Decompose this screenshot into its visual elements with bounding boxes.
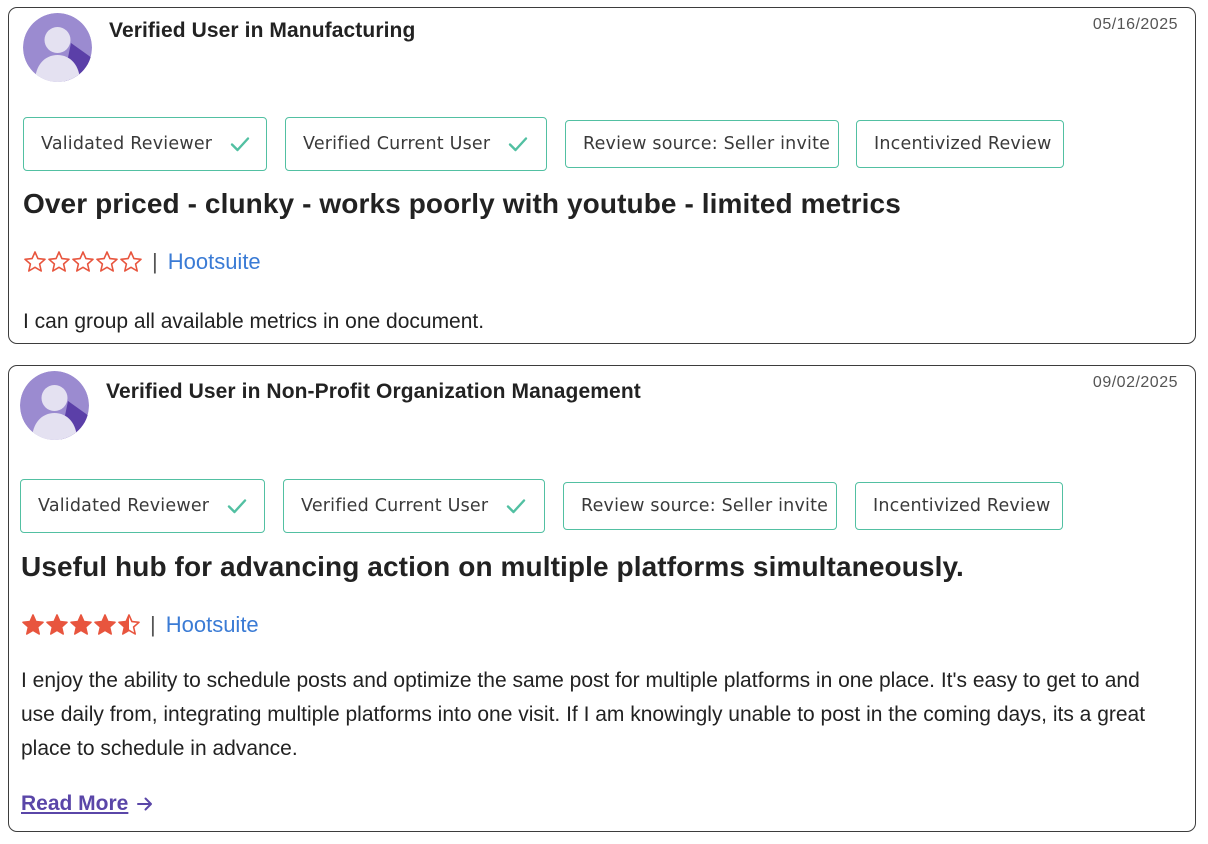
- star-full-icon: [46, 614, 68, 635]
- reviewer-name: Verified User in Manufacturing: [109, 19, 416, 42]
- check-icon: [507, 499, 526, 514]
- star-full-icon: [70, 614, 92, 635]
- separator: |: [150, 612, 156, 637]
- product-link[interactable]: Hootsuite: [168, 248, 261, 276]
- badge-label: Verified Current User: [303, 134, 491, 154]
- rating-row: | Hootsuite: [23, 248, 261, 276]
- badge-label: Review source: Seller invite: [581, 496, 829, 516]
- review-date: 05/16/2025: [1092, 16, 1178, 33]
- badge-row: Validated Reviewer Verified Current User…: [23, 117, 1173, 171]
- star-empty-icon: [72, 251, 94, 272]
- star-empty-icon: [24, 251, 46, 272]
- badge-verified-current-user: Verified Current User: [283, 479, 545, 533]
- badge-incentivized: Incentivized Review: [856, 120, 1064, 168]
- review-card: Verified User in Manufacturing 05/16/202…: [8, 7, 1196, 344]
- review-body: I can group all available metrics in one…: [23, 310, 485, 333]
- badge-verified-current-user: Verified Current User: [285, 117, 547, 171]
- badge-incentivized: Incentivized Review: [855, 482, 1063, 530]
- rating-row: | Hootsuite: [21, 611, 259, 639]
- badge-review-source: Review source: Seller invite: [563, 482, 837, 530]
- star-rating: [21, 613, 141, 637]
- star-empty-icon: [120, 251, 142, 272]
- arrow-right-icon: [137, 797, 153, 811]
- user-icon: [23, 13, 92, 82]
- avatar: [20, 371, 89, 440]
- star-half-icon: [118, 614, 140, 635]
- star-full-icon: [94, 614, 116, 635]
- separator: |: [152, 249, 158, 274]
- badge-label: Validated Reviewer: [38, 496, 210, 516]
- user-icon: [20, 371, 89, 440]
- badge-validated-reviewer: Validated Reviewer: [23, 117, 267, 171]
- product-link[interactable]: Hootsuite: [166, 611, 259, 639]
- review-title: Over priced - clunky - works poorly with…: [23, 188, 901, 219]
- review-card: Verified User in Non-Profit Organization…: [8, 365, 1196, 832]
- star-empty-icon: [48, 251, 70, 272]
- badge-label: Validated Reviewer: [41, 134, 213, 154]
- badge-label: Verified Current User: [301, 496, 489, 516]
- read-more-label: Read More: [21, 792, 129, 815]
- badge-row: Validated Reviewer Verified Current User…: [20, 479, 1170, 533]
- check-icon: [231, 137, 250, 152]
- reviewer-name: Verified User in Non-Profit Organization…: [106, 380, 641, 403]
- star-full-icon: [22, 614, 44, 635]
- star-rating: [23, 250, 143, 274]
- check-icon: [509, 137, 528, 152]
- review-date: 09/02/2025: [1092, 374, 1178, 391]
- avatar: [23, 13, 92, 82]
- badge-review-source: Review source: Seller invite: [565, 120, 839, 168]
- badge-validated-reviewer: Validated Reviewer: [20, 479, 265, 533]
- badge-label: Review source: Seller invite: [583, 134, 831, 154]
- badge-label: Incentivized Review: [874, 134, 1052, 154]
- review-body: I enjoy the ability to schedule posts an…: [21, 669, 1146, 760]
- read-more-link[interactable]: Read More: [21, 792, 154, 816]
- badge-label: Incentivized Review: [873, 496, 1051, 516]
- star-empty-icon: [96, 251, 118, 272]
- review-title: Useful hub for advancing action on multi…: [21, 551, 964, 582]
- check-icon: [228, 499, 247, 514]
